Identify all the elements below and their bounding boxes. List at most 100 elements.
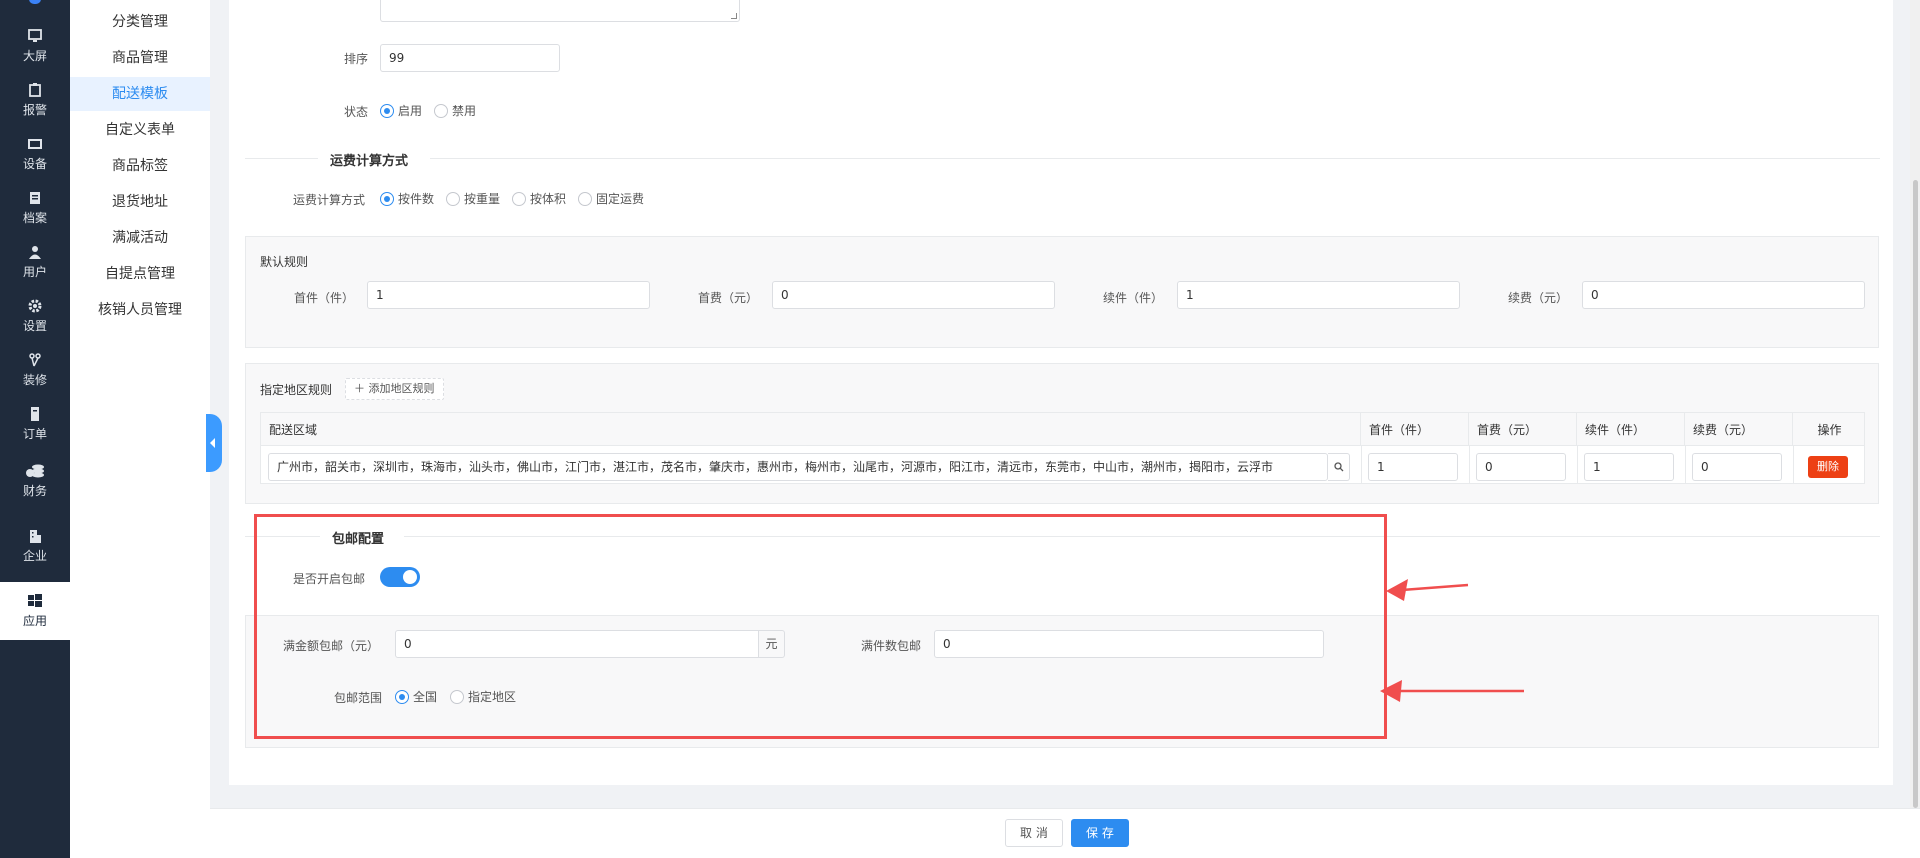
nav-item-decorate[interactable]: 装修 xyxy=(0,344,70,396)
radio-unchecked-icon xyxy=(578,191,592,206)
radio-checked-icon xyxy=(380,103,394,118)
submenu-item-custom-form[interactable]: 自定义表单 xyxy=(70,113,210,147)
radio-label: 启用 xyxy=(398,104,423,118)
radio-unchecked-icon xyxy=(512,191,526,206)
first-count-input[interactable]: 1 xyxy=(367,281,650,309)
submenu-item-goods-tag[interactable]: 商品标签 xyxy=(70,149,210,183)
sort-input[interactable]: 99 xyxy=(380,44,560,72)
nav-item-alarm[interactable]: 报警 xyxy=(0,74,70,126)
col-next-count: 续件（件） xyxy=(1577,413,1685,447)
sort-label: 排序 xyxy=(344,52,369,66)
submenu-item-return-address[interactable]: 退货地址 xyxy=(70,185,210,219)
logo-dot xyxy=(29,0,41,4)
next-count-label: 续件（件） xyxy=(1103,291,1164,305)
nav-item-settings[interactable]: 设置 xyxy=(0,290,70,342)
first-fee-input[interactable]: 0 xyxy=(772,281,1055,309)
submenu-item-category[interactable]: 分类管理 xyxy=(70,5,210,39)
clipboard-icon xyxy=(29,83,41,97)
status-radio-disabled[interactable]: 禁用 xyxy=(434,102,476,119)
resize-handle-icon xyxy=(731,13,737,19)
nav-item-finance[interactable]: 财务 xyxy=(0,455,70,507)
region-search-button[interactable] xyxy=(1328,453,1350,481)
user-icon xyxy=(29,246,41,259)
nav-item-user[interactable]: 用户 xyxy=(0,236,70,288)
row-first-count-input[interactable]: 1 xyxy=(1368,453,1458,481)
radio-label: 固定运费 xyxy=(596,192,645,206)
nav-label: 财务 xyxy=(22,484,47,498)
nav-label: 大屏 xyxy=(22,49,47,63)
building-icon xyxy=(30,530,41,543)
radio-checked-icon xyxy=(380,191,394,206)
method-radio-volume[interactable]: 按体积 xyxy=(512,190,566,207)
nav-item-device[interactable]: 设备 xyxy=(0,128,70,180)
region-rule-title: 指定地区规则 xyxy=(260,383,333,397)
submenu-item-goods[interactable]: 商品管理 xyxy=(70,41,210,75)
next-count-input[interactable]: 1 xyxy=(1177,281,1460,309)
next-fee-input[interactable]: 0 xyxy=(1582,281,1865,309)
gear-icon xyxy=(28,299,42,313)
radio-label: 按重量 xyxy=(464,192,501,206)
first-fee-label: 首费（元） xyxy=(698,291,759,305)
next-fee-label: 续费（元） xyxy=(1508,291,1569,305)
nav-item-archive[interactable]: 档案 xyxy=(0,182,70,234)
windows-icon xyxy=(28,594,42,607)
nav-label: 装修 xyxy=(22,373,47,387)
cell-divider xyxy=(1793,446,1794,484)
row-next-count-input[interactable]: 1 xyxy=(1584,453,1674,481)
status-radio-enabled[interactable]: 启用 xyxy=(380,102,422,119)
nav-item-screen[interactable]: 大屏 xyxy=(0,20,70,72)
method-radio-fixed[interactable]: 固定运费 xyxy=(578,190,644,207)
nav-label: 企业 xyxy=(22,549,47,563)
highlight-box xyxy=(254,514,1387,739)
sub-menu: 分类管理 商品管理 配送模板 自定义表单 商品标签 退货地址 满减活动 自提点管… xyxy=(70,0,210,858)
plus-icon: ＋ xyxy=(354,382,369,395)
cell-divider xyxy=(1685,446,1686,484)
nav-item-apps[interactable]: 应用 xyxy=(0,582,70,640)
submenu-item-discount[interactable]: 满减活动 xyxy=(70,221,210,255)
row-next-fee-input[interactable]: 0 xyxy=(1692,453,1782,481)
default-rule-title: 默认规则 xyxy=(260,255,309,269)
col-first-fee: 首费（元） xyxy=(1469,413,1577,447)
cell-divider xyxy=(1469,446,1470,484)
nav-label: 订单 xyxy=(22,427,47,441)
order-icon xyxy=(31,407,39,421)
nav-label: 用户 xyxy=(22,265,47,279)
button-label: 添加地区规则 xyxy=(368,382,435,395)
cancel-button[interactable]: 取 消 xyxy=(1005,819,1063,847)
method-radio-weight[interactable]: 按重量 xyxy=(446,190,500,207)
submenu-item-pickup[interactable]: 自提点管理 xyxy=(70,257,210,291)
col-first-count: 首件（件） xyxy=(1361,413,1469,447)
method-radio-piece[interactable]: 按件数 xyxy=(380,190,434,207)
annotation-arrow-icon xyxy=(1386,579,1469,601)
region-select-input[interactable]: 广州市，韶关市，深圳市，珠海市，汕头市，佛山市，江门市，湛江市，茂名市，肇庆市，… xyxy=(268,453,1328,481)
scrollbar-thumb[interactable] xyxy=(1913,180,1918,808)
brush-icon xyxy=(29,353,41,367)
section-divider xyxy=(245,158,318,159)
nav-rail: 大屏 报警 设备 档案 用户 设置 装修 订单 财务 企业 应用 xyxy=(0,0,70,858)
nav-item-enterprise[interactable]: 企业 xyxy=(0,520,70,572)
file-icon xyxy=(30,192,40,204)
nav-label: 应用 xyxy=(22,614,47,628)
save-button[interactable]: 保 存 xyxy=(1071,819,1129,847)
delete-row-button[interactable]: 删除 xyxy=(1808,456,1848,478)
coins-icon xyxy=(26,464,44,478)
device-icon xyxy=(28,139,42,149)
monitor-icon xyxy=(28,29,42,42)
submenu-item-shipping-template[interactable]: 配送模板 xyxy=(70,77,210,111)
first-count-label: 首件（件） xyxy=(294,291,355,305)
add-region-rule-button[interactable]: ＋ 添加地区规则 xyxy=(345,378,444,400)
radio-label: 按件数 xyxy=(398,192,435,206)
row-first-fee-input[interactable]: 0 xyxy=(1476,453,1566,481)
status-label: 状态 xyxy=(344,105,369,119)
radio-unchecked-icon xyxy=(446,191,460,206)
submenu-item-verifier[interactable]: 核销人员管理 xyxy=(70,293,210,327)
nav-label: 档案 xyxy=(22,211,47,225)
nav-label: 报警 xyxy=(22,103,47,117)
col-action: 操作 xyxy=(1817,423,1842,437)
shipping-method-label: 运费计算方式 xyxy=(293,193,366,207)
description-textarea[interactable] xyxy=(380,0,740,22)
radio-unchecked-icon xyxy=(434,103,448,118)
collapse-sidebar-button[interactable] xyxy=(206,414,222,472)
nav-item-order[interactable]: 订单 xyxy=(0,398,70,450)
col-next-fee: 续费（元） xyxy=(1685,413,1793,447)
